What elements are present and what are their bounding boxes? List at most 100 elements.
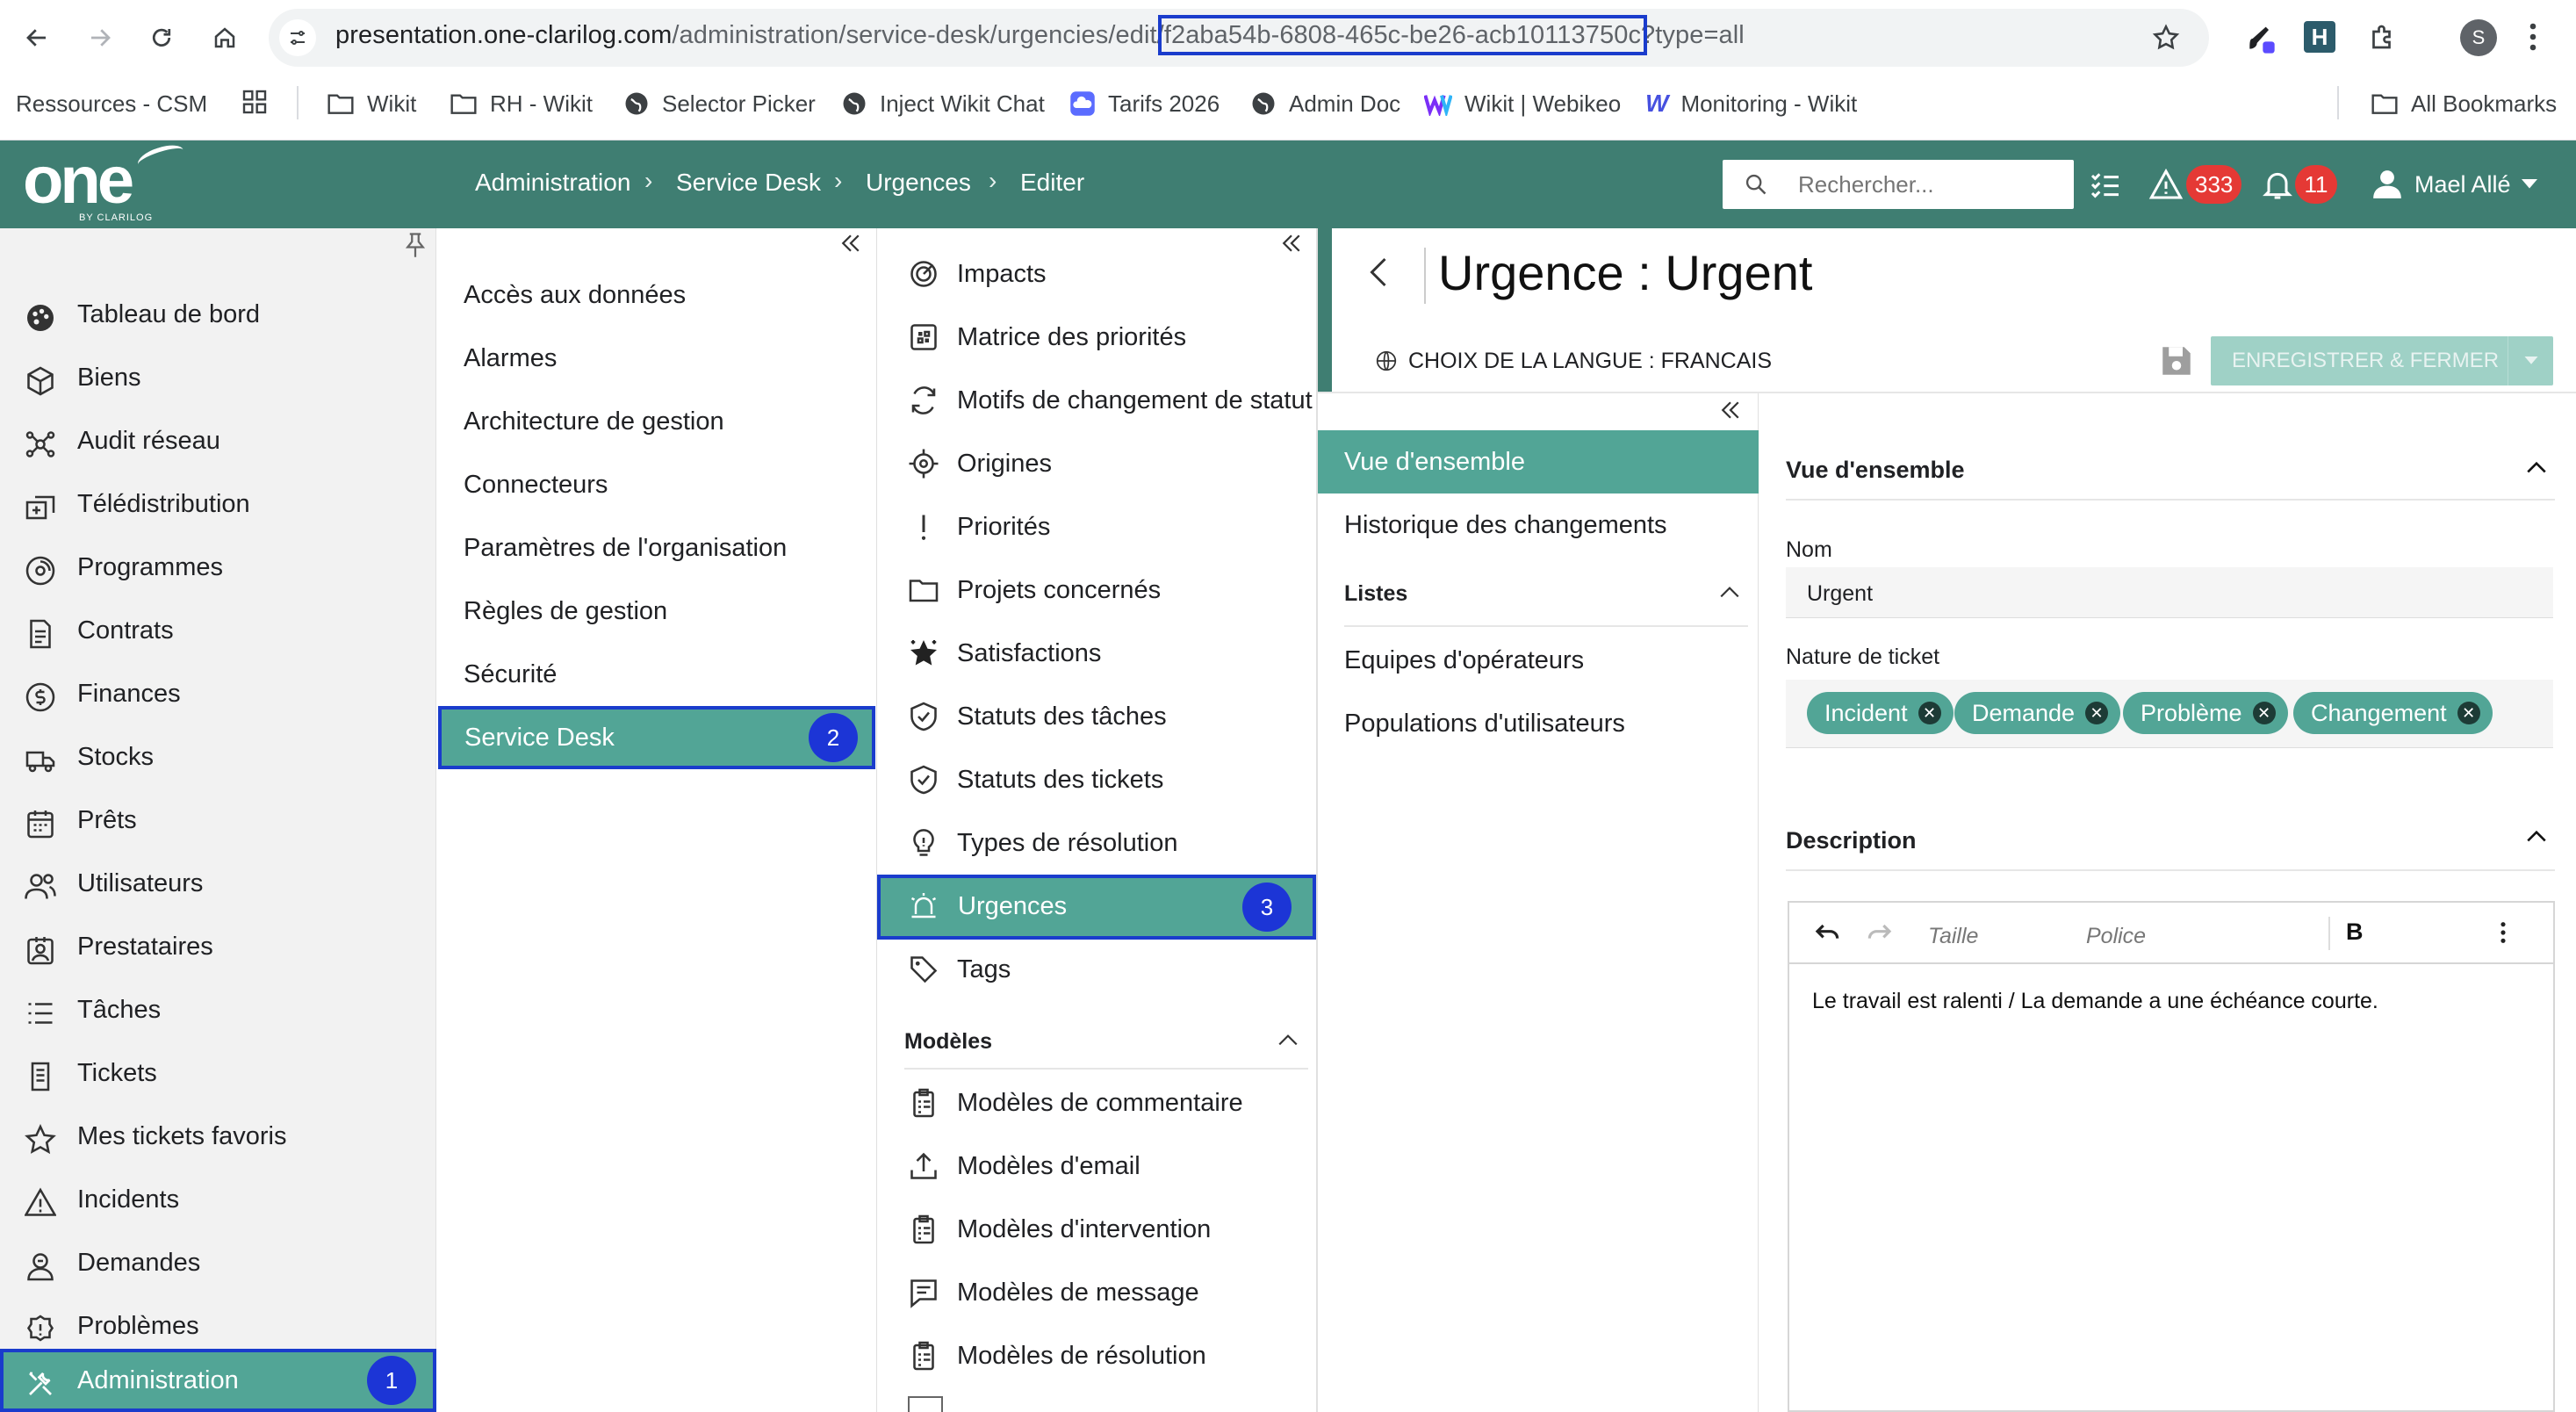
sidebar-item-demandes[interactable]: Demandes bbox=[0, 1231, 436, 1294]
global-search[interactable] bbox=[1723, 160, 2074, 209]
tasks-button[interactable] bbox=[2088, 167, 2123, 202]
sidebar-item-programmes[interactable]: Programmes bbox=[0, 536, 436, 599]
extension-h-button[interactable]: H bbox=[2304, 21, 2335, 53]
exclamation-icon bbox=[921, 515, 926, 540]
description-section-header[interactable]: Description bbox=[1786, 815, 2555, 871]
collapse-service-desk-menu-button[interactable] bbox=[1278, 230, 1305, 256]
folder-icon bbox=[450, 94, 477, 114]
remove-tag-icon[interactable]: ✕ bbox=[2085, 702, 2109, 724]
forward-button[interactable] bbox=[76, 13, 125, 62]
pin-sidebar-button[interactable] bbox=[404, 232, 427, 258]
all-bookmarks-button[interactable]: All Bookmarks bbox=[2371, 88, 2557, 119]
name-field[interactable]: Urgent bbox=[1786, 567, 2553, 618]
undo-button[interactable] bbox=[1814, 920, 1842, 945]
sidebar-item-prestataires[interactable]: Prestataires bbox=[0, 915, 436, 978]
sidebar-item-biens[interactable]: Biens bbox=[0, 346, 436, 409]
admin-menu-item-acces-aux-donnees[interactable]: Accès aux données bbox=[464, 281, 686, 310]
bookmark-wikit-webikeo[interactable]: Wikit | Webikeo bbox=[1424, 88, 1621, 119]
bookmark-wikit[interactable]: Wikit bbox=[327, 88, 416, 119]
service-desk-item-label: Motifs de changement de statut bbox=[957, 385, 1313, 414]
overview-section-header[interactable]: Vue d'ensemble bbox=[1786, 446, 2555, 501]
search-input[interactable] bbox=[1798, 169, 2062, 200]
lists-section-header[interactable]: Listes bbox=[1344, 571, 1748, 627]
language-selector[interactable]: CHOIX DE LA LANGUE : FRANCAIS bbox=[1375, 348, 1772, 374]
remove-tag-icon[interactable]: ✕ bbox=[2252, 702, 2276, 724]
service-desk-item-urgences[interactable]: Urgences 3 bbox=[877, 875, 1316, 940]
sidebar-item-audit-reseau[interactable]: Audit réseau bbox=[0, 409, 436, 472]
description-text[interactable]: Le travail est ralenti / La demande a un… bbox=[1812, 989, 2378, 1014]
sidebar-item-tableau-de-bord[interactable]: Tableau de bord bbox=[0, 283, 436, 346]
home-button[interactable] bbox=[200, 13, 249, 62]
admin-menu-item-service-desk[interactable]: Service Desk 2 bbox=[438, 706, 875, 769]
logo-swoosh bbox=[134, 140, 187, 174]
save-and-close-button[interactable]: ENREGISTRER & FERMER bbox=[2211, 336, 2553, 385]
double-chevron-left-icon bbox=[1282, 234, 1300, 252]
redo-button[interactable] bbox=[1865, 920, 1893, 945]
back-button[interactable] bbox=[12, 13, 61, 62]
subnav-item-operator-teams[interactable]: Equipes d'opérateurs bbox=[1344, 646, 1584, 675]
sidebar-item-teledistribution[interactable]: Télédistribution bbox=[0, 472, 436, 536]
admin-menu-item-connecteurs[interactable]: Connecteurs bbox=[464, 471, 608, 500]
extensions-button[interactable] bbox=[2367, 21, 2399, 53]
breadcrumb-administration[interactable]: Administration bbox=[475, 169, 630, 197]
admin-menu-item-regles-de-gestion[interactable]: Règles de gestion bbox=[464, 597, 667, 626]
collapse-admin-menu-button[interactable] bbox=[838, 230, 864, 256]
bold-button[interactable]: B bbox=[2346, 919, 2364, 946]
breadcrumb-urgences[interactable]: Urgences bbox=[866, 169, 971, 197]
reload-button[interactable] bbox=[137, 13, 186, 62]
sidebar-item-contrats[interactable]: Contrats bbox=[0, 599, 436, 662]
ticket-icon bbox=[31, 1062, 50, 1091]
sidebar-item-prets[interactable]: Prêts bbox=[0, 789, 436, 852]
font-family-select[interactable]: Police bbox=[2086, 924, 2146, 949]
sidebar-item-label: Biens bbox=[77, 363, 141, 392]
editor-more-button[interactable] bbox=[2499, 920, 2508, 945]
alerts-button[interactable] bbox=[2148, 167, 2184, 202]
bookmark-monitoring-wikit[interactable]: W Monitoring - Wikit bbox=[1645, 88, 1857, 119]
subnav-item-history[interactable]: Historique des changements bbox=[1344, 511, 1667, 540]
admin-menu-item-alarmes[interactable]: Alarmes bbox=[464, 344, 557, 373]
remove-tag-icon[interactable]: ✕ bbox=[1918, 702, 1941, 724]
browser-menu-button[interactable] bbox=[2527, 21, 2539, 53]
collapse-subnav-button[interactable] bbox=[1717, 397, 1744, 423]
save-options-dropdown[interactable] bbox=[2508, 336, 2553, 385]
remove-tag-icon[interactable]: ✕ bbox=[2457, 702, 2480, 724]
sidebar-item-administration[interactable]: Administration 1 bbox=[0, 1349, 436, 1412]
bookmark-ressources-csm[interactable]: Ressources - CSM bbox=[16, 88, 207, 119]
clarilog-logo[interactable]: one BY CLARILOG bbox=[23, 140, 187, 225]
extension-brush-icon bbox=[2249, 26, 2275, 54]
subnav-item-overview[interactable]: Vue d'ensemble bbox=[1318, 430, 1759, 493]
bookmark-rh-wikit[interactable]: RH - Wikit bbox=[450, 88, 593, 119]
save-button[interactable] bbox=[2158, 342, 2195, 379]
sidebar-item-mes-tickets-favoris[interactable]: Mes tickets favoris bbox=[0, 1105, 436, 1168]
sidebar-item-taches[interactable]: Tâches bbox=[0, 978, 436, 1041]
bookmark-star-button[interactable] bbox=[2151, 23, 2181, 53]
site-info-button[interactable] bbox=[279, 19, 316, 56]
service-desk-item-label: Matrice des priorités bbox=[957, 322, 1187, 351]
sidebar-item-incidents[interactable]: Incidents bbox=[0, 1168, 436, 1231]
bookmark-selector-picker[interactable]: Selector Picker bbox=[623, 88, 816, 119]
admin-menu-item-securite[interactable]: Sécurité bbox=[464, 660, 557, 689]
sidebar-item-utilisateurs[interactable]: Utilisateurs bbox=[0, 852, 436, 915]
breadcrumb-service-desk[interactable]: Service Desk bbox=[676, 169, 821, 197]
bookmark-admin-doc[interactable]: Admin Doc bbox=[1250, 88, 1400, 119]
font-size-select[interactable]: Taille bbox=[1928, 924, 1978, 949]
extension-pin-button[interactable] bbox=[2242, 21, 2277, 56]
sidebar-item-tickets[interactable]: Tickets bbox=[0, 1041, 436, 1105]
apps-grid-button[interactable] bbox=[241, 88, 269, 116]
notifications-button[interactable] bbox=[2260, 167, 2295, 202]
sidebar-item-finances[interactable]: Finances bbox=[0, 662, 436, 725]
admin-menu-item-parametres-de-l-organisation[interactable]: Paramètres de l'organisation bbox=[464, 534, 787, 563]
admin-menu-item-architecture-de-gestion[interactable]: Architecture de gestion bbox=[464, 407, 724, 436]
sidebar-item-label: Audit réseau bbox=[77, 426, 220, 455]
alerts-count-badge: 333 bbox=[2186, 165, 2242, 204]
sidebar-item-stocks[interactable]: Stocks bbox=[0, 725, 436, 789]
bookmark-inject-wikit-chat[interactable]: Inject Wikit Chat bbox=[841, 88, 1045, 119]
profile-avatar[interactable]: S bbox=[2460, 19, 2497, 56]
wikit-w-icon: W bbox=[1645, 90, 1669, 117]
sidebar-item-label: Utilisateurs bbox=[77, 868, 204, 897]
subnav-item-user-populations[interactable]: Populations d'utilisateurs bbox=[1344, 710, 1625, 738]
bookmark-tarifs-2026[interactable]: Tarifs 2026 bbox=[1069, 88, 1220, 119]
back-to-list-button[interactable] bbox=[1368, 256, 1389, 288]
models-section-header[interactable]: Modèles bbox=[904, 1026, 1308, 1070]
user-menu[interactable]: Mael Allé bbox=[2371, 163, 2555, 205]
